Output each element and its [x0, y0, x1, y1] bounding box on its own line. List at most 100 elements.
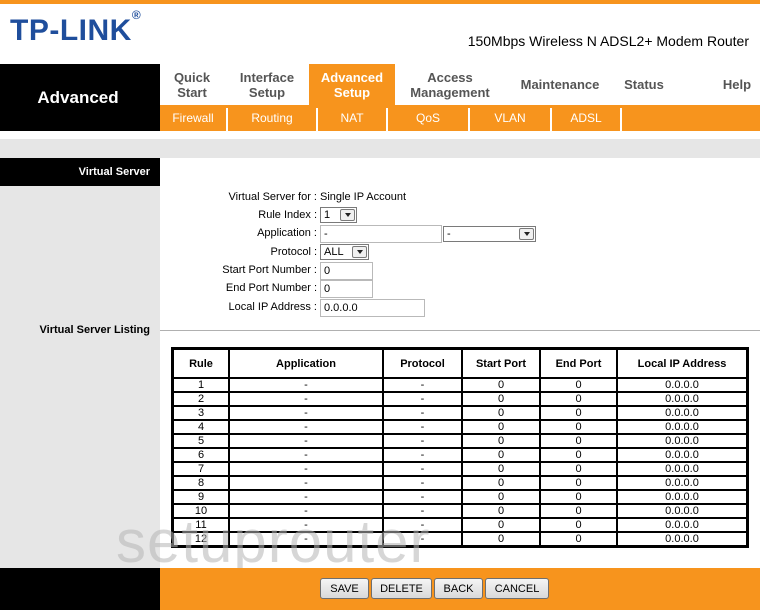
cell-local-ip: 0.0.0.0 — [617, 434, 747, 448]
cell-rule: 2 — [173, 392, 229, 406]
delete-button[interactable]: DELETE — [371, 578, 432, 599]
cell-protocol: - — [383, 448, 462, 462]
cell-rule: 5 — [173, 434, 229, 448]
cell-start-port: 0 — [462, 448, 540, 462]
save-button[interactable]: SAVE — [320, 578, 369, 599]
cell-local-ip: 0.0.0.0 — [617, 392, 747, 406]
section-title: Advanced — [0, 64, 160, 131]
cell-protocol: - — [383, 532, 462, 546]
cell-rule: 11 — [173, 518, 229, 532]
cell-rule: 3 — [173, 406, 229, 420]
rule-index-value: 1 — [324, 209, 331, 221]
table-row: 7- -0 0 0.0.0.0 — [173, 462, 747, 476]
cell-end-port: 0 — [540, 406, 617, 420]
cell-local-ip: 0.0.0.0 — [617, 532, 747, 546]
column-header-application: Application — [229, 349, 383, 378]
end-port-row: End Port Number : 0 — [160, 280, 760, 298]
rule-index-row: Rule Index : 1 — [160, 207, 760, 225]
cell-end-port: 0 — [540, 462, 617, 476]
menu-access-management[interactable]: Access Management — [402, 64, 498, 105]
back-button[interactable]: BACK — [434, 578, 483, 599]
cell-start-port: 0 — [462, 490, 540, 504]
menu-maintenance[interactable]: Maintenance — [510, 64, 610, 105]
table-row: 9- -0 0 0.0.0.0 — [173, 490, 747, 504]
cell-end-port: 0 — [540, 518, 617, 532]
cell-rule: 7 — [173, 462, 229, 476]
column-header-rule: Rule — [173, 349, 229, 378]
column-header-end-port: End Port — [540, 349, 617, 378]
menu-advanced-setup[interactable]: Advanced Setup — [309, 64, 395, 105]
rule-index-select[interactable]: 1 — [320, 207, 357, 223]
side-panel — [0, 158, 160, 568]
top-accent-bar — [0, 0, 760, 4]
protocol-select[interactable]: ALL — [320, 244, 369, 260]
vs-for-value: Single IP Account — [320, 191, 407, 203]
submenu-firewall[interactable]: Firewall — [160, 105, 226, 131]
cell-local-ip: 0.0.0.0 — [617, 462, 747, 476]
tp-link-logo: TP-LINK® — [10, 8, 141, 48]
application-label: Application : — [257, 227, 317, 239]
cell-rule: 6 — [173, 448, 229, 462]
submenu-nat[interactable]: NAT — [318, 105, 386, 131]
local-ip-input[interactable]: 0.0.0.0 — [320, 299, 425, 317]
cell-application: - — [229, 476, 383, 490]
cell-application: - — [229, 532, 383, 546]
table-row: 12- -0 0 0.0.0.0 — [173, 532, 747, 546]
end-port-label: End Port Number : — [225, 282, 317, 294]
table-row: 6- -0 0 0.0.0.0 — [173, 448, 747, 462]
cell-end-port: 0 — [540, 434, 617, 448]
submenu-routing[interactable]: Routing — [228, 105, 316, 131]
cell-application: - — [229, 378, 383, 392]
cell-protocol: - — [383, 392, 462, 406]
cell-protocol: - — [383, 378, 462, 392]
footer-left-block — [0, 568, 160, 610]
cell-protocol: - — [383, 420, 462, 434]
application-input[interactable]: - — [320, 225, 442, 243]
menu-quick-start[interactable]: Quick Start — [160, 64, 224, 105]
main-navigation: Advanced Quick Start Interface Setup Advan… — [0, 64, 760, 131]
submenu-divider — [620, 108, 622, 131]
application-row: Application : - - — [160, 225, 760, 243]
submenu-adsl[interactable]: ADSL — [552, 105, 620, 131]
model-name: 150Mbps Wireless N ADSL2+ Modem Router — [467, 33, 749, 49]
header-spacer-band — [0, 139, 760, 158]
table-header-row: Rule Application Protocol Start Port End… — [173, 349, 747, 378]
application-select[interactable]: - — [443, 226, 536, 242]
cell-local-ip: 0.0.0.0 — [617, 406, 747, 420]
cell-start-port: 0 — [462, 434, 540, 448]
virtual-server-table: Rule Application Protocol Start Port End… — [171, 347, 749, 548]
menu-interface-setup[interactable]: Interface Setup — [232, 64, 302, 105]
table-row: 11- -0 0 0.0.0.0 — [173, 518, 747, 532]
sub-menu: Firewall Routing NAT QoS VLAN ADSL — [160, 105, 760, 131]
cell-application: - — [229, 462, 383, 476]
cell-end-port: 0 — [540, 490, 617, 504]
cell-start-port: 0 — [462, 392, 540, 406]
cell-protocol: - — [383, 406, 462, 420]
logo-text: TP-LINK — [10, 14, 132, 47]
cell-start-port: 0 — [462, 504, 540, 518]
local-ip-label: Local IP Address : — [228, 301, 317, 313]
cell-local-ip: 0.0.0.0 — [617, 504, 747, 518]
submenu-qos[interactable]: QoS — [388, 105, 468, 131]
cell-application: - — [229, 420, 383, 434]
chevron-down-icon — [340, 209, 355, 221]
menu-status[interactable]: Status — [616, 64, 672, 105]
cell-end-port: 0 — [540, 476, 617, 490]
end-port-input[interactable]: 0 — [320, 280, 373, 298]
cell-local-ip: 0.0.0.0 — [617, 378, 747, 392]
protocol-label: Protocol : — [270, 246, 317, 258]
column-header-protocol: Protocol — [383, 349, 462, 378]
cell-start-port: 0 — [462, 378, 540, 392]
footer-bar: SAVE DELETE BACK CANCEL — [0, 568, 760, 610]
listing-divider — [160, 330, 760, 331]
column-header-local-ip: Local IP Address — [617, 349, 747, 378]
start-port-input[interactable]: 0 — [320, 262, 373, 280]
cell-protocol: - — [383, 490, 462, 504]
cell-local-ip: 0.0.0.0 — [617, 420, 747, 434]
cancel-button[interactable]: CANCEL — [485, 578, 549, 599]
chevron-down-icon — [519, 228, 534, 240]
submenu-vlan[interactable]: VLAN — [470, 105, 550, 131]
menu-help[interactable]: Help — [714, 64, 760, 105]
top-menu: Quick Start Interface Setup Advanced Setup … — [160, 64, 760, 105]
cell-local-ip: 0.0.0.0 — [617, 448, 747, 462]
